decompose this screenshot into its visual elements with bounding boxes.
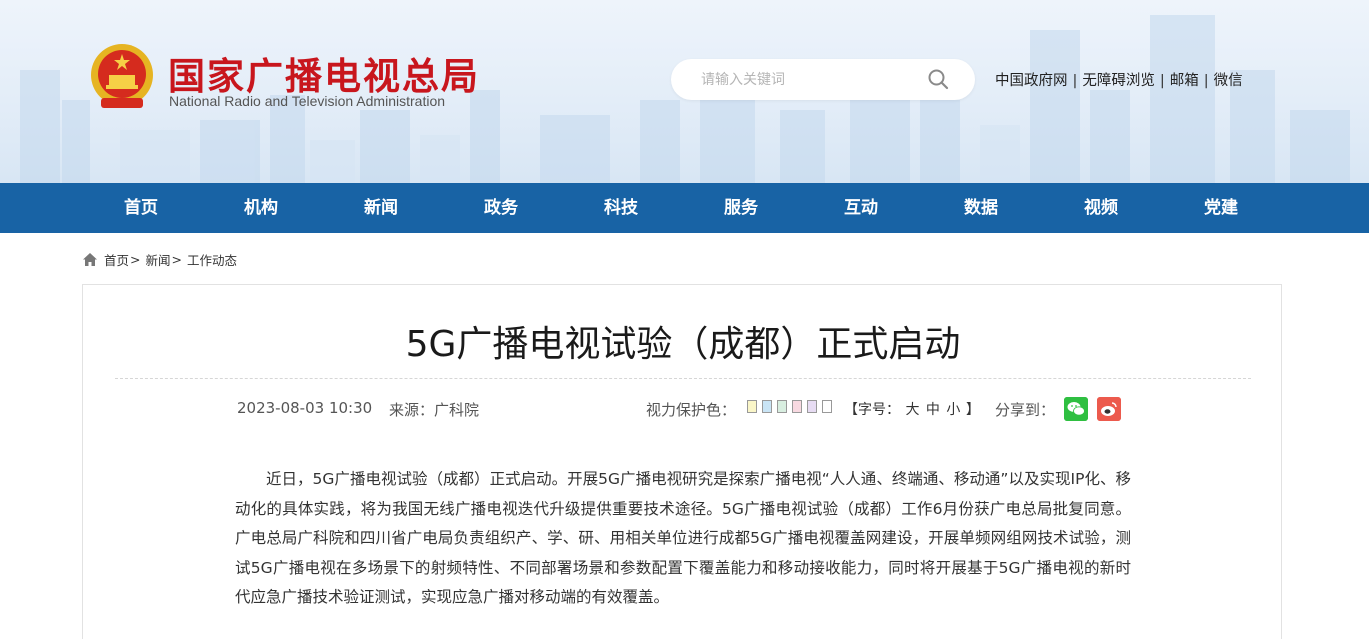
national-emblem-icon (91, 44, 153, 108)
link-mail[interactable]: 邮箱 (1170, 73, 1199, 89)
font-size-label-open: 【字号： (844, 402, 900, 418)
breadcrumb-news[interactable]: 新闻 (146, 250, 171, 269)
swatch-green[interactable] (777, 400, 787, 413)
swatch-yellow[interactable] (747, 400, 757, 413)
eye-protection-swatches (747, 400, 832, 413)
link-separator: | (1072, 73, 1078, 89)
wechat-icon[interactable] (1064, 397, 1088, 421)
nav-item-news[interactable]: 新闻 (321, 183, 441, 233)
nav-item-party[interactable]: 党建 (1161, 183, 1281, 233)
nav-item-services[interactable]: 服务 (681, 183, 801, 233)
font-size-large[interactable]: 大 (905, 402, 919, 418)
site-title[interactable]: 国家广播电视总局 (168, 46, 480, 100)
weibo-icon[interactable] (1097, 397, 1121, 421)
top-links: 中国政府网 | 无障碍浏览 | 邮箱 | 微信 (995, 69, 1243, 90)
breadcrumb-work-updates[interactable]: 工作动态 (187, 250, 237, 269)
link-separator: | (1159, 73, 1165, 89)
font-size-label-close: 】 (965, 402, 980, 418)
link-accessibility[interactable]: 无障碍浏览 (1082, 73, 1155, 89)
nav-item-home[interactable]: 首页 (81, 183, 201, 233)
search-input[interactable] (701, 69, 921, 91)
nav-item-interaction[interactable]: 互动 (801, 183, 921, 233)
eye-protection-label: 视力保护色： (646, 401, 737, 419)
nav-item-technology[interactable]: 科技 (561, 183, 681, 233)
swatch-white[interactable] (822, 400, 832, 413)
font-size-medium[interactable]: 中 (926, 402, 940, 418)
font-size-small[interactable]: 小 (946, 402, 960, 418)
swatch-pink[interactable] (792, 400, 802, 413)
share-label: 分享到： (995, 401, 1056, 419)
link-separator: | (1203, 73, 1209, 89)
swatch-blue[interactable] (762, 400, 772, 413)
article-source: 来源：广科院 (389, 401, 480, 419)
breadcrumb-home[interactable]: 首页 (104, 250, 129, 269)
search-box (671, 59, 975, 100)
main-nav: 首页 机构 新闻 政务 科技 服务 互动 数据 视频 党建 (0, 183, 1369, 233)
article-panel: 5G广播电视试验（成都）正式启动 2023-08-03 10:30 来源：广科院… (82, 284, 1282, 639)
nav-item-institutions[interactable]: 机构 (201, 183, 321, 233)
link-gov-portal[interactable]: 中国政府网 (995, 73, 1068, 89)
breadcrumb: 首页 > 新闻 > 工作动态 (82, 250, 237, 268)
breadcrumb-separator: > (171, 251, 182, 267)
publish-date: 2023-08-03 10:30 (237, 399, 373, 417)
nav-item-video[interactable]: 视频 (1041, 183, 1161, 233)
article-title: 5G广播电视试验（成都）正式启动 (405, 324, 961, 365)
home-icon (83, 252, 97, 266)
site-header: 国家广播电视总局 National Radio and Television A… (0, 0, 1369, 183)
nav-item-data[interactable]: 数据 (921, 183, 1041, 233)
breadcrumb-separator: > (130, 251, 141, 267)
font-size-control: 【字号： 大 中 小 】 (844, 399, 980, 419)
search-icon[interactable] (927, 68, 949, 90)
site-subtitle: National Radio and Television Administra… (169, 93, 446, 109)
title-divider (115, 378, 1251, 379)
nav-item-affairs[interactable]: 政务 (441, 183, 561, 233)
link-wechat[interactable]: 微信 (1214, 73, 1243, 89)
swatch-purple[interactable] (807, 400, 817, 413)
article-body: 近日，5G广播电视试验（成都）正式启动。开展5G广播电视研究是探索广播电视“人人… (235, 470, 1131, 606)
